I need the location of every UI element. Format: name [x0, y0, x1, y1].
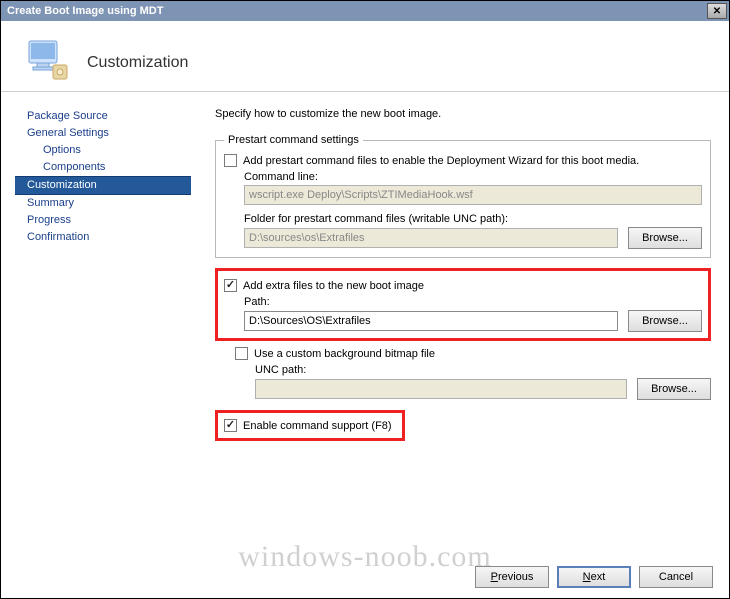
cmd-support-checkbox[interactable]	[224, 419, 237, 432]
extra-files-checkbox[interactable]	[224, 279, 237, 292]
prestart-checkbox[interactable]	[224, 154, 237, 167]
prestart-folder-label: Folder for prestart command files (writa…	[244, 213, 702, 225]
wizard-icon	[23, 35, 73, 85]
close-icon: ✕	[713, 6, 721, 17]
extra-files-browse-button[interactable]: Browse...	[628, 310, 702, 332]
prestart-browse-button[interactable]: Browse...	[628, 227, 702, 249]
previous-button[interactable]: Previous	[475, 566, 549, 588]
prestart-group: Prestart command settings Add prestart c…	[215, 134, 711, 258]
next-button[interactable]: Next	[557, 566, 631, 588]
cancel-button[interactable]: Cancel	[639, 566, 713, 588]
wizard-header: Customization	[1, 21, 729, 91]
step-progress[interactable]: Progress	[15, 212, 191, 229]
prestart-folder-input	[244, 228, 618, 248]
close-button[interactable]: ✕	[707, 3, 727, 19]
page-title: Customization	[87, 48, 188, 72]
window-titlebar: Create Boot Image using MDT ✕	[1, 1, 729, 21]
step-general-settings[interactable]: General Settings	[15, 125, 191, 142]
bg-bitmap-label: Use a custom background bitmap file	[254, 348, 435, 360]
prestart-legend: Prestart command settings	[224, 134, 363, 146]
bg-bitmap-checkbox[interactable]	[235, 347, 248, 360]
step-confirmation[interactable]: Confirmation	[15, 229, 191, 246]
extra-files-path-input[interactable]	[244, 311, 618, 331]
prestart-checkbox-label: Add prestart command files to enable the…	[243, 155, 639, 167]
extra-files-highlight: Add extra files to the new boot image Pa…	[215, 268, 711, 341]
wizard-footer: Previous Next Cancel	[475, 566, 713, 588]
bg-bitmap-path-input	[255, 379, 627, 399]
intro-text: Specify how to customize the new boot im…	[215, 108, 711, 120]
cmd-support-highlight: Enable command support (F8)	[215, 410, 405, 441]
window-title: Create Boot Image using MDT	[7, 5, 707, 17]
cmd-support-label: Enable command support (F8)	[243, 420, 392, 432]
step-summary[interactable]: Summary	[15, 195, 191, 212]
extra-files-label: Add extra files to the new boot image	[243, 280, 424, 292]
step-customization[interactable]: Customization	[15, 176, 191, 195]
step-package-source[interactable]: Package Source	[15, 108, 191, 125]
extra-files-path-label: Path:	[244, 296, 702, 308]
step-components[interactable]: Components	[15, 159, 191, 176]
bg-bitmap-path-label: UNC path:	[255, 364, 711, 376]
header-rule	[1, 91, 729, 92]
wizard-steps: Package Source General Settings Options …	[15, 104, 191, 534]
cmd-line-input	[244, 185, 702, 205]
wizard-content: Specify how to customize the new boot im…	[191, 104, 715, 534]
step-options[interactable]: Options	[15, 142, 191, 159]
bg-bitmap-browse-button[interactable]: Browse...	[637, 378, 711, 400]
wizard-body: Package Source General Settings Options …	[1, 104, 729, 534]
cmd-line-label: Command line:	[244, 171, 702, 183]
